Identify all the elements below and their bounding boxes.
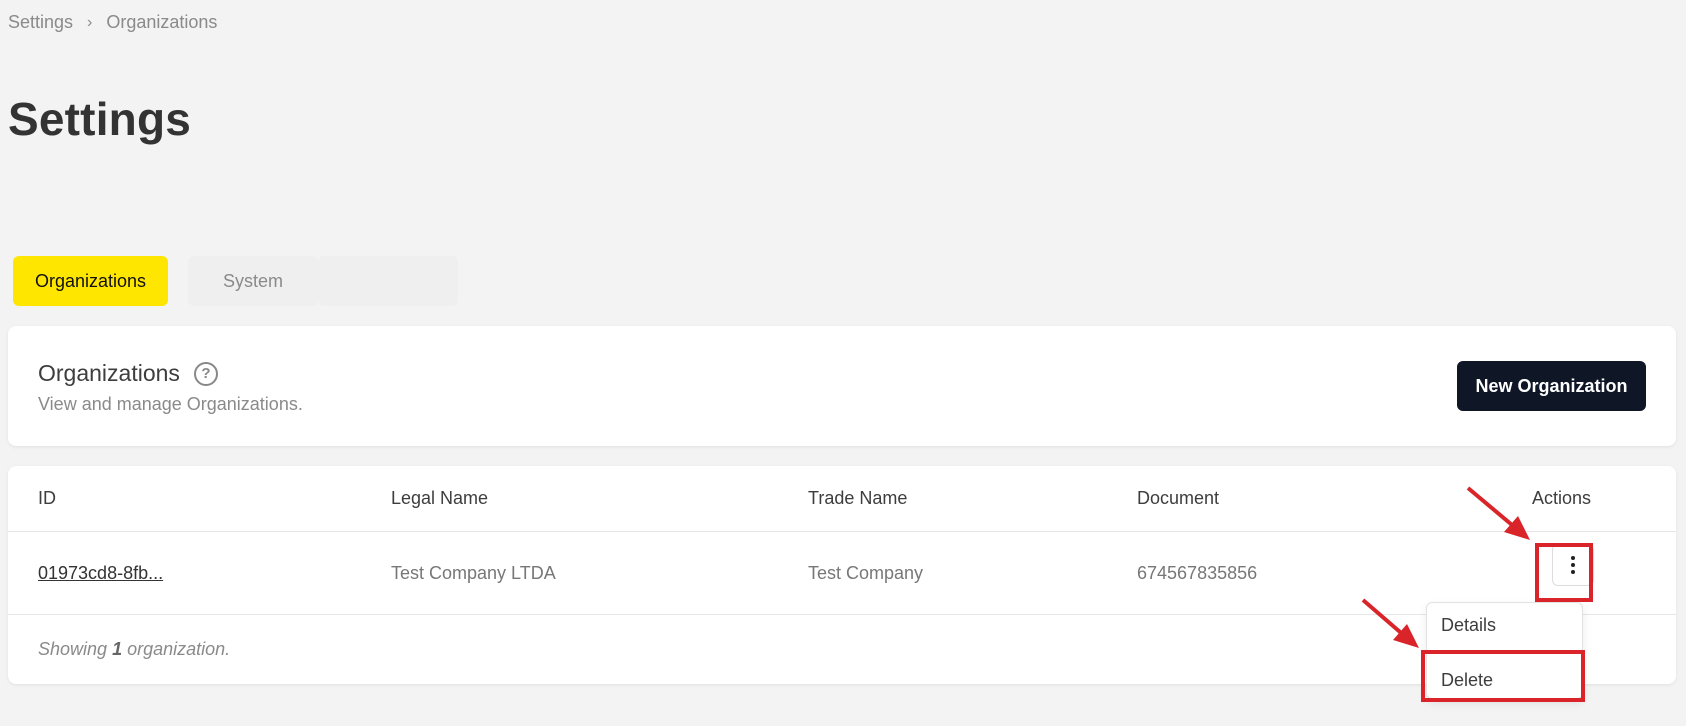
tab-system[interactable]: System [188,256,318,306]
question-circle-icon[interactable]: ? [193,361,218,386]
legal-name-cell: Test Company LTDA [391,563,556,583]
row-actions-button[interactable] [1552,544,1594,586]
table-row: 01973cd8-8fb... Test Company LTDA Test C… [8,532,1676,615]
breadcrumb-separator-icon: › [87,13,93,31]
organization-id-link[interactable]: 01973cd8-8fb... [38,563,163,584]
column-header-document: Document [1137,488,1220,508]
settings-tabs: Organizations System [13,256,458,306]
column-header-legal-name: Legal Name [391,488,489,508]
document-cell: 674567835856 [1137,563,1258,583]
kebab-dot-icon [1571,556,1575,560]
breadcrumb: Settings › Organizations [8,12,217,33]
breadcrumb-organizations: Organizations [106,12,218,32]
page-title: Settings [8,93,192,145]
table-header: ID Legal Name Trade Name Document Action… [8,466,1676,532]
breadcrumb-settings[interactable]: Settings [8,12,73,33]
trade-name-cell: Test Company [808,563,924,583]
menu-item-delete[interactable]: Delete [1441,670,1493,691]
kebab-dot-icon [1571,563,1575,567]
showing-prefix: Showing [38,639,108,659]
page: Settings › Organizations Settings Organi… [0,0,1686,726]
column-header-id: ID [38,488,56,508]
showing-count: 1 [112,639,123,659]
column-header-actions: Actions [1532,488,1592,508]
row-actions-menu: Details Delete [1426,602,1583,699]
tab-organizations[interactable]: Organizations [13,256,168,306]
menu-item-details[interactable]: Details [1441,615,1496,636]
kebab-dot-icon [1571,570,1575,574]
section-title: Organizations [38,360,180,386]
organizations-header-card: Organizations ? View and manage Organiza… [8,326,1676,446]
new-organization-button[interactable]: New Organization [1457,361,1646,411]
tabs-bar-background [318,256,458,306]
showing-count-text: Showing 1 organization. [38,639,230,660]
showing-suffix: organization. [127,639,231,659]
header-title-row: Organizations ? [38,360,218,387]
column-header-trade-name: Trade Name [808,488,908,508]
section-subtitle: View and manage Organizations. [38,394,303,414]
